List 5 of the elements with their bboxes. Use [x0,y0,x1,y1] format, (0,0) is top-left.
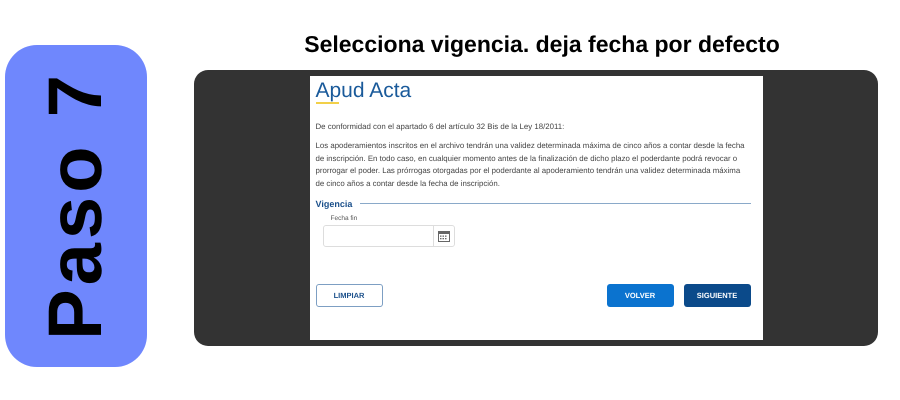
instruction-heading: Selecciona vigencia. deja fecha por defecto [304,31,780,58]
page-title: Apud Acta [316,78,412,104]
calendar-icon [438,230,450,242]
step-badge: Paso 7 [5,45,147,367]
section-title: Vigencia [316,198,352,209]
